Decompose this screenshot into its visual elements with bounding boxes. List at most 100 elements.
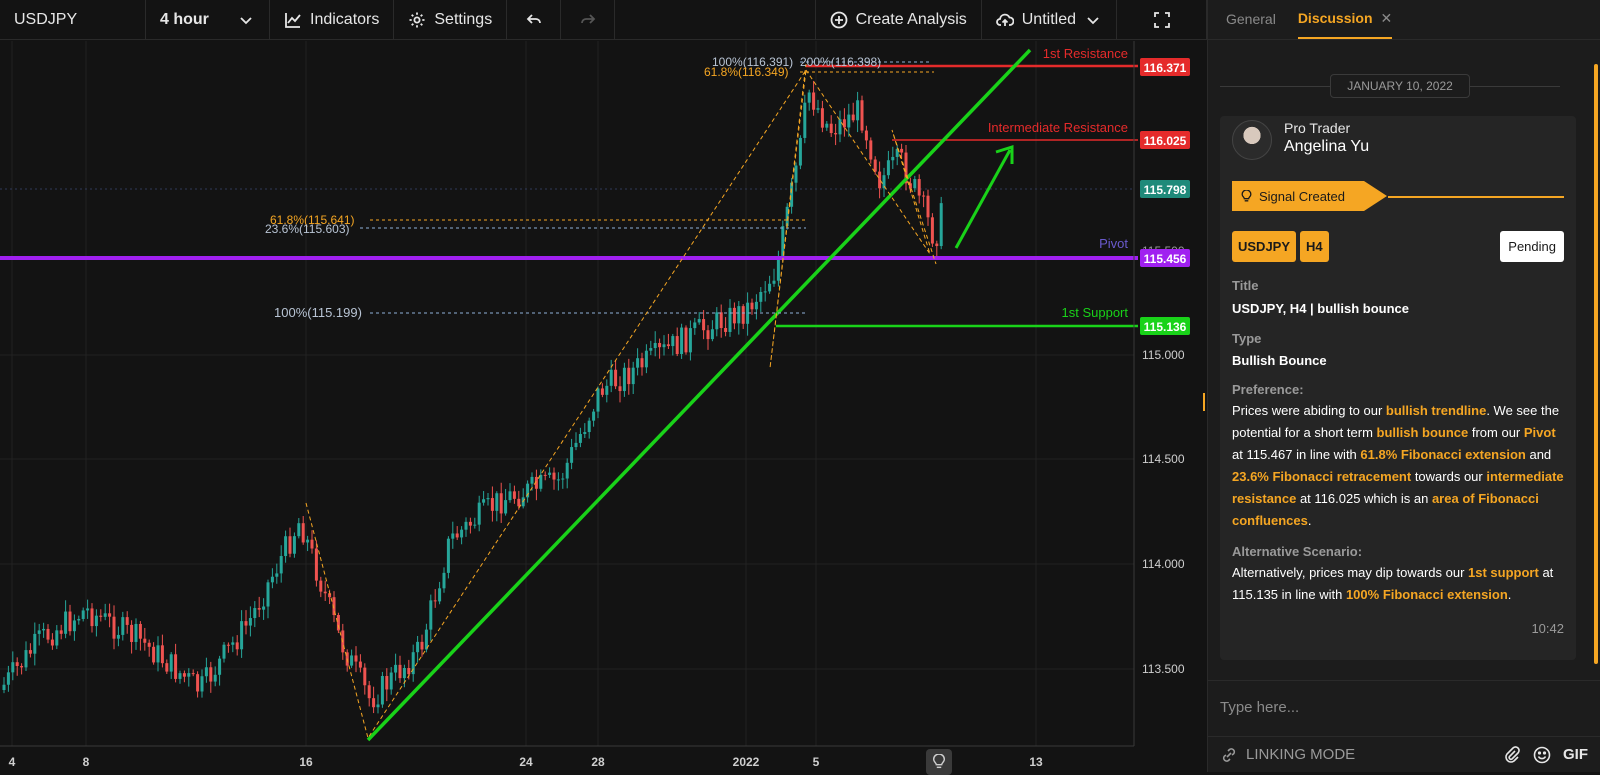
- symbol-chip[interactable]: USDJPY: [1232, 231, 1297, 262]
- candle-body: [825, 123, 829, 128]
- author-name[interactable]: Angelina Yu: [1284, 138, 1369, 156]
- candle-body: [350, 655, 354, 666]
- chart-grid: [0, 41, 1134, 746]
- trendline[interactable]: [366, 48, 1032, 742]
- candle-body: [873, 159, 877, 172]
- candle-body: [86, 608, 90, 611]
- candle-body: [600, 388, 604, 395]
- candle-body: [508, 491, 512, 501]
- candle-body: [891, 156, 895, 161]
- candle-body: [442, 572, 446, 589]
- time-tick: 5: [813, 755, 820, 769]
- fib-label-top-200: 200%(116.398): [800, 55, 881, 69]
- idea-button[interactable]: [926, 749, 952, 775]
- date-separator: JANUARY 10, 2022: [1220, 73, 1560, 99]
- candle-body: [482, 499, 486, 503]
- price-tick: 113.500: [1142, 662, 1185, 676]
- candle-body: [561, 478, 565, 480]
- price-tags: 116.371 116.025 115.798 115.456 115.136: [1140, 58, 1190, 335]
- candle-body: [539, 474, 543, 489]
- layout-name: Untitled: [1021, 10, 1076, 28]
- candle-body: [684, 327, 688, 353]
- candle-body: [578, 433, 582, 443]
- preference-segment: and: [1525, 447, 1552, 462]
- indicators-button[interactable]: Indicators: [270, 0, 395, 40]
- plus-circle-icon: [830, 11, 847, 28]
- candle-body: [732, 307, 736, 324]
- price-chart[interactable]: 1st Resistance Intermediate Resistance P…: [0, 41, 1207, 775]
- candle-body: [376, 704, 380, 708]
- paperclip-icon[interactable]: [1503, 745, 1521, 764]
- avatar[interactable]: [1232, 120, 1272, 160]
- bounce-arrow[interactable]: [954, 149, 1012, 249]
- candle-body: [160, 645, 164, 664]
- candle-body: [59, 630, 63, 634]
- candle-body: [614, 369, 618, 387]
- candle-body: [64, 611, 68, 634]
- candle-body: [15, 662, 19, 667]
- price-tag: 115.456: [1144, 252, 1187, 266]
- candle-body: [856, 100, 860, 121]
- price-tag: 115.136: [1144, 320, 1187, 334]
- candle-body: [724, 328, 728, 332]
- candle-body: [706, 330, 710, 340]
- timeframe-selector[interactable]: 4 hour: [146, 0, 270, 40]
- linking-mode-label: LINKING MODE: [1246, 746, 1356, 763]
- title-value: USDJPY, H4 | bullish bounce: [1232, 301, 1410, 316]
- candle-body: [622, 367, 626, 392]
- fullscreen-button[interactable]: [1117, 0, 1207, 40]
- lightbulb-icon: [1241, 189, 1252, 201]
- linking-mode-button[interactable]: LINKING MODE: [1220, 746, 1503, 764]
- candle-body: [640, 358, 644, 368]
- scrollbar[interactable]: [1594, 64, 1598, 664]
- time-tick: 8: [83, 755, 90, 769]
- gif-button[interactable]: GIF: [1563, 746, 1588, 763]
- settings-button[interactable]: Settings: [394, 0, 508, 40]
- candle-body: [112, 616, 116, 639]
- tab-discussion[interactable]: Discussion ✕: [1297, 10, 1393, 39]
- undo-icon: [526, 13, 541, 24]
- candle-body: [226, 644, 230, 646]
- symbol-selector[interactable]: USDJPY: [0, 0, 146, 40]
- candle-body: [24, 650, 28, 668]
- candle-body: [798, 137, 802, 166]
- candle-body: [702, 319, 706, 331]
- tab-general[interactable]: General: [1226, 11, 1276, 39]
- layout-selector[interactable]: Untitled: [982, 0, 1117, 40]
- create-analysis-button[interactable]: Create Analysis: [816, 0, 982, 40]
- candle-body: [363, 667, 367, 686]
- candle-body: [319, 580, 323, 592]
- candle-body: [244, 621, 248, 626]
- preference-segment: .: [1307, 513, 1312, 528]
- intermediate-resistance-label: Intermediate Resistance: [988, 120, 1128, 135]
- candle-body: [429, 600, 433, 630]
- candle-body: [605, 385, 609, 395]
- title-label: Title: [1232, 278, 1259, 293]
- candle-body: [46, 628, 50, 640]
- candle-body: [644, 350, 648, 368]
- fib-label-low-100: 100%(115.199): [274, 305, 362, 320]
- tab-discussion-label: Discussion: [1297, 10, 1373, 26]
- candle-body: [55, 630, 59, 646]
- candle-body: [693, 322, 697, 329]
- time-tick: 4: [9, 755, 16, 769]
- pivot-label: Pivot: [1099, 236, 1128, 251]
- candle-body: [398, 664, 402, 679]
- candle-body: [297, 523, 301, 537]
- timeframe-chip[interactable]: H4: [1300, 231, 1329, 262]
- candle-body: [636, 358, 640, 368]
- redo-button[interactable]: [561, 0, 616, 40]
- composer-toolbar: LINKING MODE GIF: [1208, 736, 1600, 772]
- close-icon[interactable]: ✕: [1381, 10, 1393, 26]
- candle-body: [754, 301, 758, 310]
- chart-canvas[interactable]: 1st Resistance Intermediate Resistance P…: [0, 41, 1207, 772]
- candle-body: [306, 539, 310, 543]
- message-input[interactable]: [1220, 693, 1580, 721]
- undo-button[interactable]: [507, 0, 562, 40]
- signal-label: Signal Created: [1259, 188, 1345, 204]
- candle-body: [574, 442, 578, 448]
- candle-body: [394, 664, 398, 673]
- time-tick: 2022: [733, 755, 760, 769]
- emoji-icon[interactable]: [1533, 746, 1551, 764]
- candle-body: [253, 608, 257, 619]
